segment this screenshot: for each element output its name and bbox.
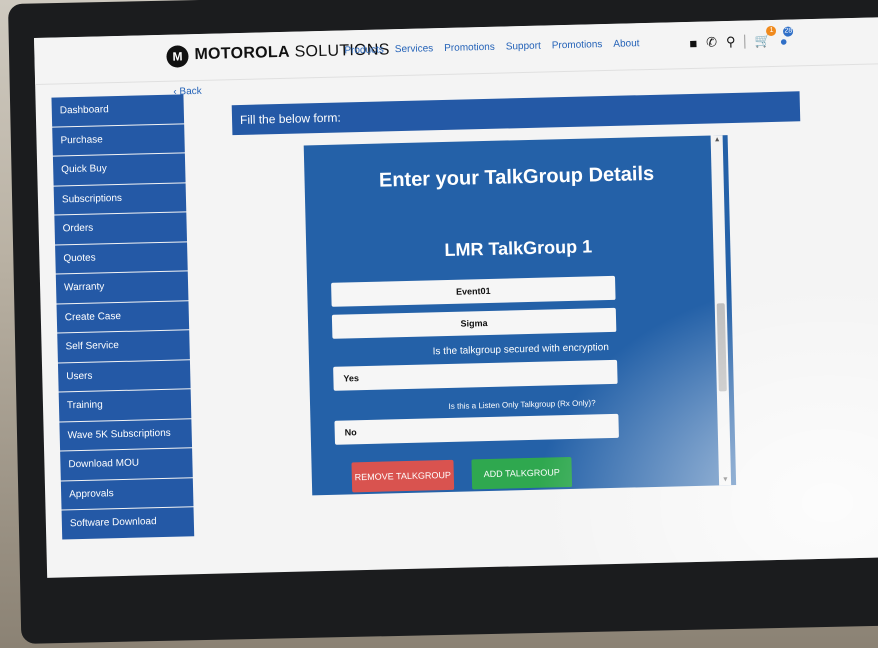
chat-icon[interactable]: ■ [689,35,697,50]
sidebar-item-download-mou[interactable]: Download MOU [60,448,193,480]
sidebar-item-purchase[interactable]: Purchase [52,123,185,156]
motorola-logo-icon[interactable]: M [166,45,189,68]
nav-about[interactable]: About [613,38,639,50]
talkgroup-name-field[interactable]: Event01 [331,275,616,307]
sidebar-item-create-case[interactable]: Create Case [56,300,190,333]
sidebar-item-software-download[interactable]: Software Download [61,507,195,539]
brand-bold: MOTOROLA [194,43,291,64]
sidebar-item-dashboard[interactable]: Dashboard [51,94,185,127]
encryption-select[interactable]: Yes [333,359,618,391]
sidebar-item-warranty[interactable]: Warranty [55,271,189,304]
sidebar-item-quotes[interactable]: Quotes [55,241,188,274]
sidebar-item-training[interactable]: Training [58,389,192,421]
search-icon[interactable]: ⚲ [726,34,736,50]
header-icons: ■ ✆ ⚲ 🛒 1 ● 28 [689,25,794,51]
scroll-down-icon[interactable]: ▼ [722,476,729,483]
sidebar-item-quick-buy[interactable]: Quick Buy [52,153,186,186]
phone-icon[interactable]: ✆ [706,34,717,50]
nav-support[interactable]: Support [506,41,541,53]
nav-promotions-2[interactable]: Promotions [552,39,603,51]
screen: M MOTOROLA SOLUTIONS Products Services P… [34,17,878,578]
remove-talkgroup-button[interactable]: REMOVE TALKGROUP [351,459,455,493]
encryption-question: Is the talkgroup secured with encryption [432,342,609,358]
talkgroup-agency-field[interactable]: Sigma [331,307,617,339]
talkgroup-subheading: LMR TalkGroup 1 [444,236,593,261]
listen-only-question: Is this a Listen Only Talkgroup (Rx Only… [448,398,596,411]
sidebar-item-users[interactable]: Users [57,359,191,392]
nav-promotions[interactable]: Promotions [444,42,495,54]
divider [744,34,746,49]
user-badge: 28 [783,25,794,37]
sidebar-item-orders[interactable]: Orders [54,212,188,245]
sidebar-item-self-service[interactable]: Self Service [57,330,190,363]
nav-services[interactable]: Services [395,43,434,55]
form-title-bar: Fill the below form: [231,91,801,136]
cart-icon[interactable]: 🛒 1 [754,25,777,49]
sidebar-item-subscriptions[interactable]: Subscriptions [53,182,187,215]
sidebar-item-wave-5k[interactable]: Wave 5K Subscriptions [59,418,193,451]
talkgroup-form-panel: Enter your TalkGroup Details LMR TalkGro… [303,135,737,496]
nav-products[interactable]: Products [344,44,384,56]
form-heading: Enter your TalkGroup Details [378,162,655,192]
user-icon[interactable]: ● 28 [780,25,794,48]
sidebar: Dashboard Purchase Quick Buy Subscriptio… [51,94,195,540]
add-talkgroup-button[interactable]: ADD TALKGROUP [471,456,573,490]
listen-only-select[interactable]: No [334,413,619,445]
cart-badge: 1 [766,25,777,37]
sidebar-item-approvals[interactable]: Approvals [60,477,194,510]
scroll-up-icon[interactable]: ▲ [714,136,721,143]
